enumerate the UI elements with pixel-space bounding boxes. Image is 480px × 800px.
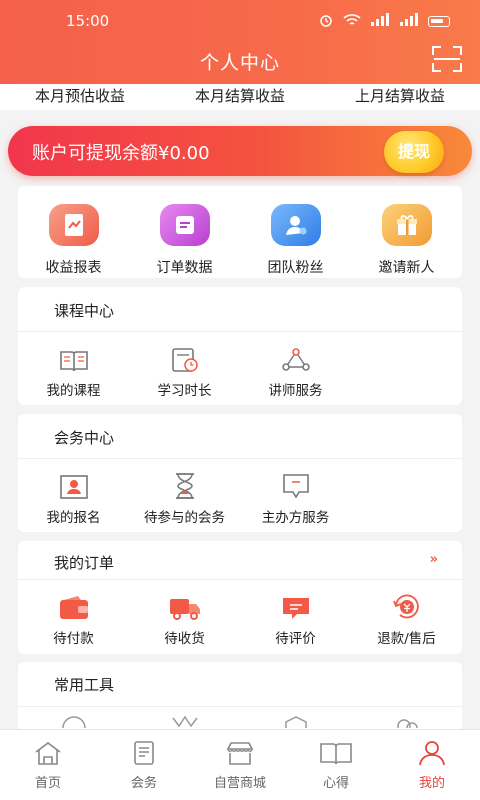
order-item-pending-review[interactable]: 待评价 <box>240 591 351 647</box>
earnings-tab-estimated[interactable]: 本月预估收益 <box>0 84 160 110</box>
course-item-study-time[interactable]: 学习时长 <box>129 343 240 399</box>
quick-action-label: 订单数据 <box>156 260 213 276</box>
meeting-center-card: 会务中心 我的报名 待参与的会务 主办方服务 <box>18 414 462 532</box>
tools-card: 常用工具 <box>18 662 462 732</box>
meeting-item-label: 主办方服务 <box>261 510 330 526</box>
home-icon <box>32 742 64 770</box>
quick-action-order-data[interactable]: 订单数据 <box>129 186 240 277</box>
quick-action-revenue-report[interactable]: 收益报表 <box>18 186 129 277</box>
message-icon <box>240 470 351 500</box>
section-title: 课程中心 <box>54 302 115 320</box>
course-item-my-courses[interactable]: 我的课程 <box>18 343 129 399</box>
tab-mine[interactable]: 我的 <box>384 730 480 800</box>
meeting-item-label: 待参与的会务 <box>144 510 225 526</box>
tab-meetings[interactable]: 会务 <box>96 730 192 800</box>
scan-icon[interactable] <box>432 46 462 72</box>
page-title: 个人中心 <box>199 52 280 74</box>
earnings-tab-settled[interactable]: 本月结算收益 <box>160 84 320 110</box>
quick-actions-card: 收益报表 订单数据 团队粉丝 邀请新人 <box>18 186 462 278</box>
meeting-item-organizer-service[interactable]: 主办方服务 <box>240 470 351 526</box>
order-item-label: 待收货 <box>164 631 205 647</box>
meeting-item-my-registration[interactable]: 我的报名 <box>18 470 129 526</box>
alarm-icon <box>318 12 334 31</box>
tool-item[interactable] <box>240 714 351 728</box>
network-icon <box>240 343 351 373</box>
order-item-label: 退款/售后 <box>377 631 436 647</box>
order-item-label: 待付款 <box>53 631 94 647</box>
divider <box>18 458 462 459</box>
tab-label: 自营商城 <box>213 776 266 791</box>
divider <box>18 706 462 707</box>
divider <box>18 579 462 580</box>
course-item-label: 讲师服务 <box>268 383 323 399</box>
section-title: 会务中心 <box>54 429 115 447</box>
balance-card: 账户可提现余额¥0.00 提现 <box>8 126 472 176</box>
tab-store[interactable]: 自营商城 <box>192 730 288 800</box>
divider <box>18 331 462 332</box>
balance-label: 账户可提现余额¥0.00 <box>32 143 210 164</box>
order-data-icon <box>159 204 210 246</box>
truck-icon <box>129 591 240 621</box>
study-time-icon <box>129 343 240 373</box>
meeting-item-label: 我的报名 <box>46 510 101 526</box>
section-title: 常用工具 <box>54 676 115 694</box>
status-icons <box>318 12 450 31</box>
tab-insights[interactable]: 心得 <box>288 730 384 800</box>
tool-item[interactable] <box>18 714 129 728</box>
gift-icon <box>381 204 432 246</box>
quick-action-team-fans[interactable]: 团队粉丝 <box>240 186 351 277</box>
tab-label: 我的 <box>418 776 445 791</box>
tab-home[interactable]: 首页 <box>0 730 96 800</box>
order-item-refund[interactable]: 退款/售后 <box>351 591 462 647</box>
team-icon <box>270 204 321 246</box>
more-orders-link[interactable]: » <box>430 552 438 567</box>
wallet-icon <box>18 591 129 621</box>
wifi-icon <box>343 13 361 30</box>
section-title: 我的订单 <box>54 554 115 572</box>
quick-action-invite[interactable]: 邀请新人 <box>351 186 462 277</box>
tool-item[interactable] <box>129 714 240 728</box>
hourglass-icon <box>129 470 240 500</box>
quick-action-label: 团队粉丝 <box>267 260 324 276</box>
store-icon <box>224 742 256 770</box>
quick-action-label: 收益报表 <box>45 260 102 276</box>
report-icon <box>48 204 99 246</box>
signal-icon <box>370 13 390 30</box>
bottom-tab-bar: 首页 会务 自营商城 心得 我的 <box>0 729 480 800</box>
comment-icon <box>240 591 351 621</box>
tab-label: 心得 <box>322 776 349 791</box>
course-center-card: 课程中心 我的课程 学习时长 讲师服务 <box>18 287 462 405</box>
document-icon <box>128 741 160 770</box>
profile-card-icon <box>18 470 129 500</box>
my-orders-card: 我的订单 » 待付款 待收货 待评价 退款/售后 <box>18 541 462 654</box>
tool-item[interactable] <box>351 714 462 728</box>
earnings-tab-last-month[interactable]: 上月结算收益 <box>320 84 480 110</box>
course-item-label: 学习时长 <box>157 383 212 399</box>
person-icon <box>416 741 448 770</box>
open-book-icon <box>319 743 353 770</box>
status-bar: 15:00 <box>0 0 480 40</box>
battery-icon <box>428 16 450 27</box>
earnings-tabs: 本月预估收益 本月结算收益 上月结算收益 <box>0 84 480 110</box>
header: 15:00 个人中心 <box>0 0 480 84</box>
withdraw-button[interactable]: 提现 <box>384 131 444 173</box>
order-item-label: 待评价 <box>275 631 316 647</box>
order-item-pending-payment[interactable]: 待付款 <box>18 591 129 647</box>
status-time: 15:00 <box>66 12 110 30</box>
quick-action-label: 邀请新人 <box>378 260 435 276</box>
course-item-lecturer-service[interactable]: 讲师服务 <box>240 343 351 399</box>
book-icon <box>18 343 129 373</box>
order-item-pending-receipt[interactable]: 待收货 <box>129 591 240 647</box>
signal-icon <box>399 13 419 30</box>
refund-icon <box>351 591 462 621</box>
course-item-label: 我的课程 <box>46 383 101 399</box>
tab-label: 会务 <box>130 776 157 791</box>
tab-label: 首页 <box>34 776 61 791</box>
meeting-item-pending-meetings[interactable]: 待参与的会务 <box>129 470 240 526</box>
